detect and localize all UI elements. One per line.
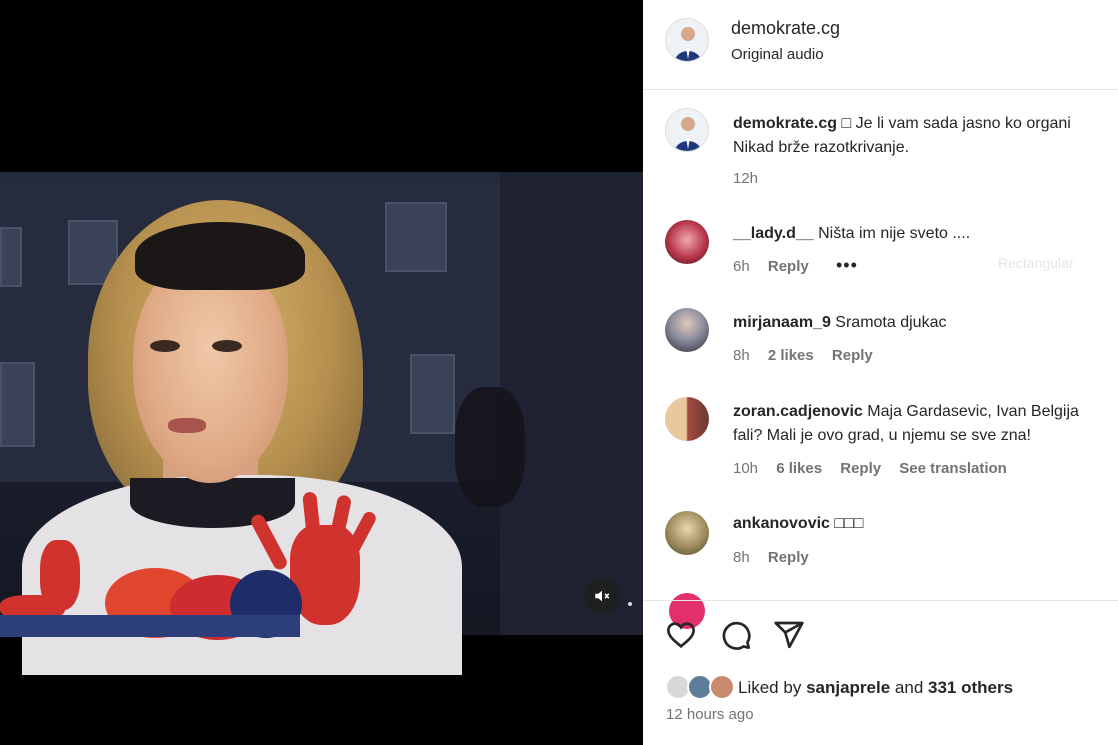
comment-likes[interactable]: 6 likes [776,460,822,477]
left-eye [150,340,180,352]
see-translation-link[interactable]: See translation [899,460,1007,477]
liked-by-label: Liked by [738,678,802,697]
comment-likes[interactable]: 2 likes [768,347,814,364]
commenter-avatar[interactable] [665,220,709,264]
likes-summary: Liked by sanjaprele and 331 others [738,678,1013,698]
speaker-muted-icon [595,590,610,602]
right-eye [212,340,242,352]
commenter-avatar[interactable] [665,308,709,352]
caption-line-2: Nikad brže razotkrivanje. [733,139,910,156]
reply-button[interactable]: Reply [840,460,881,477]
comment-line: __lady.d__ Ništa im nije sveto .... [733,222,970,246]
comment-username[interactable]: ankanovovic [733,515,830,532]
window [0,227,22,287]
comment-icon[interactable] [720,619,752,651]
tree-silhouette [455,387,525,507]
rectangular-snip-tooltip: Rectangular [998,255,1074,271]
window [410,354,455,434]
person-face [133,258,288,483]
comment-meta: 8h Reply [733,549,823,566]
comment-meta: 6h Reply [733,258,823,275]
comment-line: ankanovovic □□□ [733,512,863,536]
comment-line: zoran.cadjenovic Maja Gardasevic, Ivan B… [733,400,1079,424]
caption-time: 12h [733,170,759,187]
comment-text-line-2: fali? Mali je ovo grad, u njemu se sve z… [733,427,1031,444]
caption-text: □ Je li vam sada jasno ko organi [841,115,1071,132]
reply-button[interactable]: Reply [832,347,873,364]
comment-text: □□□ [834,515,864,532]
liker-avatar[interactable] [709,674,735,700]
building-side [500,172,643,635]
header-username[interactable]: demokrate.cg [731,18,840,39]
reply-button[interactable]: Reply [768,549,809,566]
liker-username[interactable]: sanjaprele [806,678,890,697]
avatar[interactable] [665,18,709,62]
mute-button[interactable] [584,578,620,614]
caption-line: demokrate.cg □ Je li vam sada jasno ko o… [733,112,1071,136]
video-player[interactable] [0,0,643,745]
post-header: demokrate.cg Original audio [643,0,1118,90]
caption-username[interactable]: demokrate.cg [733,115,837,132]
caption-avatar[interactable] [665,108,709,152]
microphone-bar [0,615,300,637]
comment-line: mirjanaam_9 Sramota djukac [733,311,946,335]
comment-meta: 8h 2 likes Reply [733,347,887,364]
commenter-avatar[interactable] [665,397,709,441]
comment-time: 8h [733,347,750,364]
audio-label[interactable]: Original audio [731,46,824,63]
window [385,202,447,272]
comment-time: 8h [733,549,750,566]
post-panel: demokrate.cg Original audio demokrate.cg… [643,0,1118,745]
comment-username[interactable]: __lady.d__ [733,225,814,242]
heart-icon[interactable] [665,619,697,651]
action-bar [643,600,1118,745]
comment-text: Sramota djukac [835,314,947,331]
commenter-avatar[interactable] [665,511,709,555]
comment-username[interactable]: mirjanaam_9 [733,314,831,331]
likes-others[interactable]: 331 others [928,678,1013,697]
share-icon[interactable] [773,619,805,651]
headband [135,222,305,290]
man-in-suit-icon [666,109,708,151]
reply-button[interactable]: Reply [768,258,809,275]
comment-meta: 10h 6 likes Reply See translation [733,460,1021,477]
comment-text: Maja Gardasevic, Ivan Belgija [867,403,1079,420]
comment-time: 6h [733,258,750,275]
post-time-ago: 12 hours ago [666,706,754,723]
comment-text: Ništa im nije sveto .... [818,225,971,242]
window [0,362,35,447]
comment-username[interactable]: zoran.cadjenovic [733,403,863,420]
man-in-suit-icon [666,19,708,61]
street-light [628,602,632,606]
likes-connector: and [894,678,924,697]
mouth [168,418,206,433]
comment-time: 10h [733,460,759,477]
shirt-collar [130,478,295,528]
more-options-icon[interactable]: ••• [836,255,858,276]
